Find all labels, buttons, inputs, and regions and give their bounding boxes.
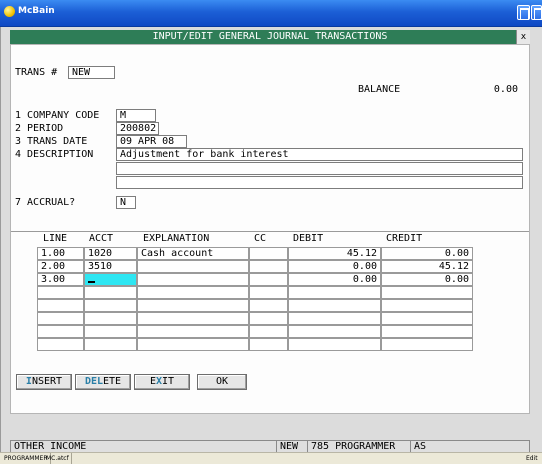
cell-explanation[interactable] xyxy=(137,312,249,325)
app-logo-icon xyxy=(4,6,15,17)
cell-explanation[interactable] xyxy=(137,338,249,351)
description-label: 4 DESCRIPTION xyxy=(15,149,94,160)
cell-debit[interactable] xyxy=(288,338,381,351)
description-field[interactable]: Adjustment for bank interest xyxy=(116,148,523,161)
cell-line[interactable] xyxy=(37,299,84,312)
cell-credit[interactable]: 0.00 xyxy=(381,273,473,286)
taskbar-mode: Edit xyxy=(526,455,538,462)
trans-date-label: 3 TRANS DATE xyxy=(15,136,88,147)
cell-line[interactable]: 1.00 xyxy=(37,247,84,260)
cell-line[interactable]: 3.00 xyxy=(37,273,84,286)
cell-line[interactable] xyxy=(37,286,84,299)
exit-button[interactable]: EXIT xyxy=(134,374,190,390)
screen-header: INPUT/EDIT GENERAL JOURNAL TRANSACTIONS … xyxy=(10,30,530,44)
screen-title: INPUT/EDIT GENERAL JOURNAL TRANSACTIONS xyxy=(152,31,388,42)
cell-acct[interactable] xyxy=(84,338,137,351)
cell-cc[interactable] xyxy=(249,299,288,312)
trans-number-label: TRANS # xyxy=(15,67,58,78)
description-field-line2[interactable] xyxy=(116,162,523,175)
cell-debit[interactable]: 45.12 xyxy=(288,247,381,260)
cell-acct[interactable] xyxy=(84,299,137,312)
delete-button[interactable]: DELETE xyxy=(75,374,131,390)
cell-line[interactable] xyxy=(37,312,84,325)
cell-line[interactable]: 2.00 xyxy=(37,260,84,273)
cell-cc[interactable] xyxy=(249,247,288,260)
cell-explanation[interactable] xyxy=(137,273,249,286)
cell-explanation[interactable] xyxy=(137,260,249,273)
window-titlebar[interactable]: McBain xyxy=(0,0,542,27)
cell-acct[interactable]: 3510 xyxy=(84,260,137,273)
cell-credit[interactable] xyxy=(381,299,473,312)
accrual-field[interactable]: N xyxy=(116,196,136,209)
window-title: McBain xyxy=(18,6,55,16)
cell-explanation[interactable]: Cash account xyxy=(137,247,249,260)
close-screen-button[interactable]: x xyxy=(516,30,530,44)
form-panel: TRANS # NEW BALANCE 0.00 1 COMPANY CODE … xyxy=(10,44,530,414)
cell-line[interactable] xyxy=(37,338,84,351)
cell-cc[interactable] xyxy=(249,286,288,299)
cell-cc[interactable] xyxy=(249,273,288,286)
cell-cc[interactable] xyxy=(249,312,288,325)
cell-acct[interactable] xyxy=(84,286,137,299)
company-code-label: 1 COMPANY CODE xyxy=(15,110,100,121)
restore-window-button[interactable] xyxy=(517,5,530,20)
cell-debit[interactable] xyxy=(288,299,381,312)
cell-credit[interactable] xyxy=(381,286,473,299)
delete-label: ETE xyxy=(103,376,122,387)
cell-credit[interactable]: 45.12 xyxy=(381,260,473,273)
column-header-line: LINE xyxy=(43,233,68,244)
cell-debit[interactable] xyxy=(288,286,381,299)
period-label: 2 PERIOD xyxy=(15,123,64,134)
trans-number-field[interactable]: NEW xyxy=(68,66,115,79)
cell-explanation[interactable] xyxy=(137,299,249,312)
cell-debit[interactable]: 0.00 xyxy=(288,273,381,286)
column-header-debit: DEBIT xyxy=(293,233,324,244)
insert-label: NSERT xyxy=(31,376,63,387)
cell-debit[interactable]: 0.00 xyxy=(288,260,381,273)
cell-explanation[interactable] xyxy=(137,286,249,299)
cell-acct[interactable] xyxy=(84,325,137,338)
cell-credit[interactable] xyxy=(381,325,473,338)
cell-credit[interactable]: 0.00 xyxy=(381,247,473,260)
column-header-acct: ACCT xyxy=(89,233,114,244)
cell-cc[interactable] xyxy=(249,325,288,338)
balance-value: 0.00 xyxy=(493,84,518,95)
cell-debit[interactable] xyxy=(288,312,381,325)
app-area: INPUT/EDIT GENERAL JOURNAL TRANSACTIONS … xyxy=(0,27,542,454)
maximize-window-button[interactable] xyxy=(531,5,542,20)
trans-date-field[interactable]: 09 APR 08 xyxy=(116,135,187,148)
cell-cc[interactable] xyxy=(249,260,288,273)
bottom-taskbar: PROGRAMMER MC.atcf Edit xyxy=(0,452,542,464)
ok-button[interactable]: OK xyxy=(197,374,247,390)
section-divider xyxy=(11,231,529,232)
period-field[interactable]: 200802 xyxy=(116,122,159,135)
delete-hotkey: DEL xyxy=(84,376,103,387)
cell-explanation[interactable] xyxy=(137,325,249,338)
company-code-field[interactable]: M xyxy=(116,109,156,122)
column-header-credit: CREDIT xyxy=(386,233,423,244)
taskbar-item-file[interactable]: MC.atcf xyxy=(44,453,72,464)
cell-acct[interactable] xyxy=(84,312,137,325)
description-field-line3[interactable] xyxy=(116,176,523,189)
insert-button[interactable]: INSERT xyxy=(16,374,72,390)
exit-label: IT xyxy=(162,376,175,387)
cell-cc[interactable] xyxy=(249,338,288,351)
accrual-label: 7 ACCRUAL? xyxy=(15,197,76,208)
cell-credit[interactable] xyxy=(381,338,473,351)
cell-debit[interactable] xyxy=(288,325,381,338)
column-header-explanation: EXPLANATION xyxy=(143,233,210,244)
cell-acct[interactable]: 1020 xyxy=(84,247,137,260)
column-header-cc: CC xyxy=(254,233,267,244)
cell-acct-active[interactable] xyxy=(84,273,137,286)
balance-label: BALANCE xyxy=(358,84,401,95)
cell-credit[interactable] xyxy=(381,312,473,325)
cell-line[interactable] xyxy=(37,325,84,338)
text-cursor xyxy=(88,281,95,283)
